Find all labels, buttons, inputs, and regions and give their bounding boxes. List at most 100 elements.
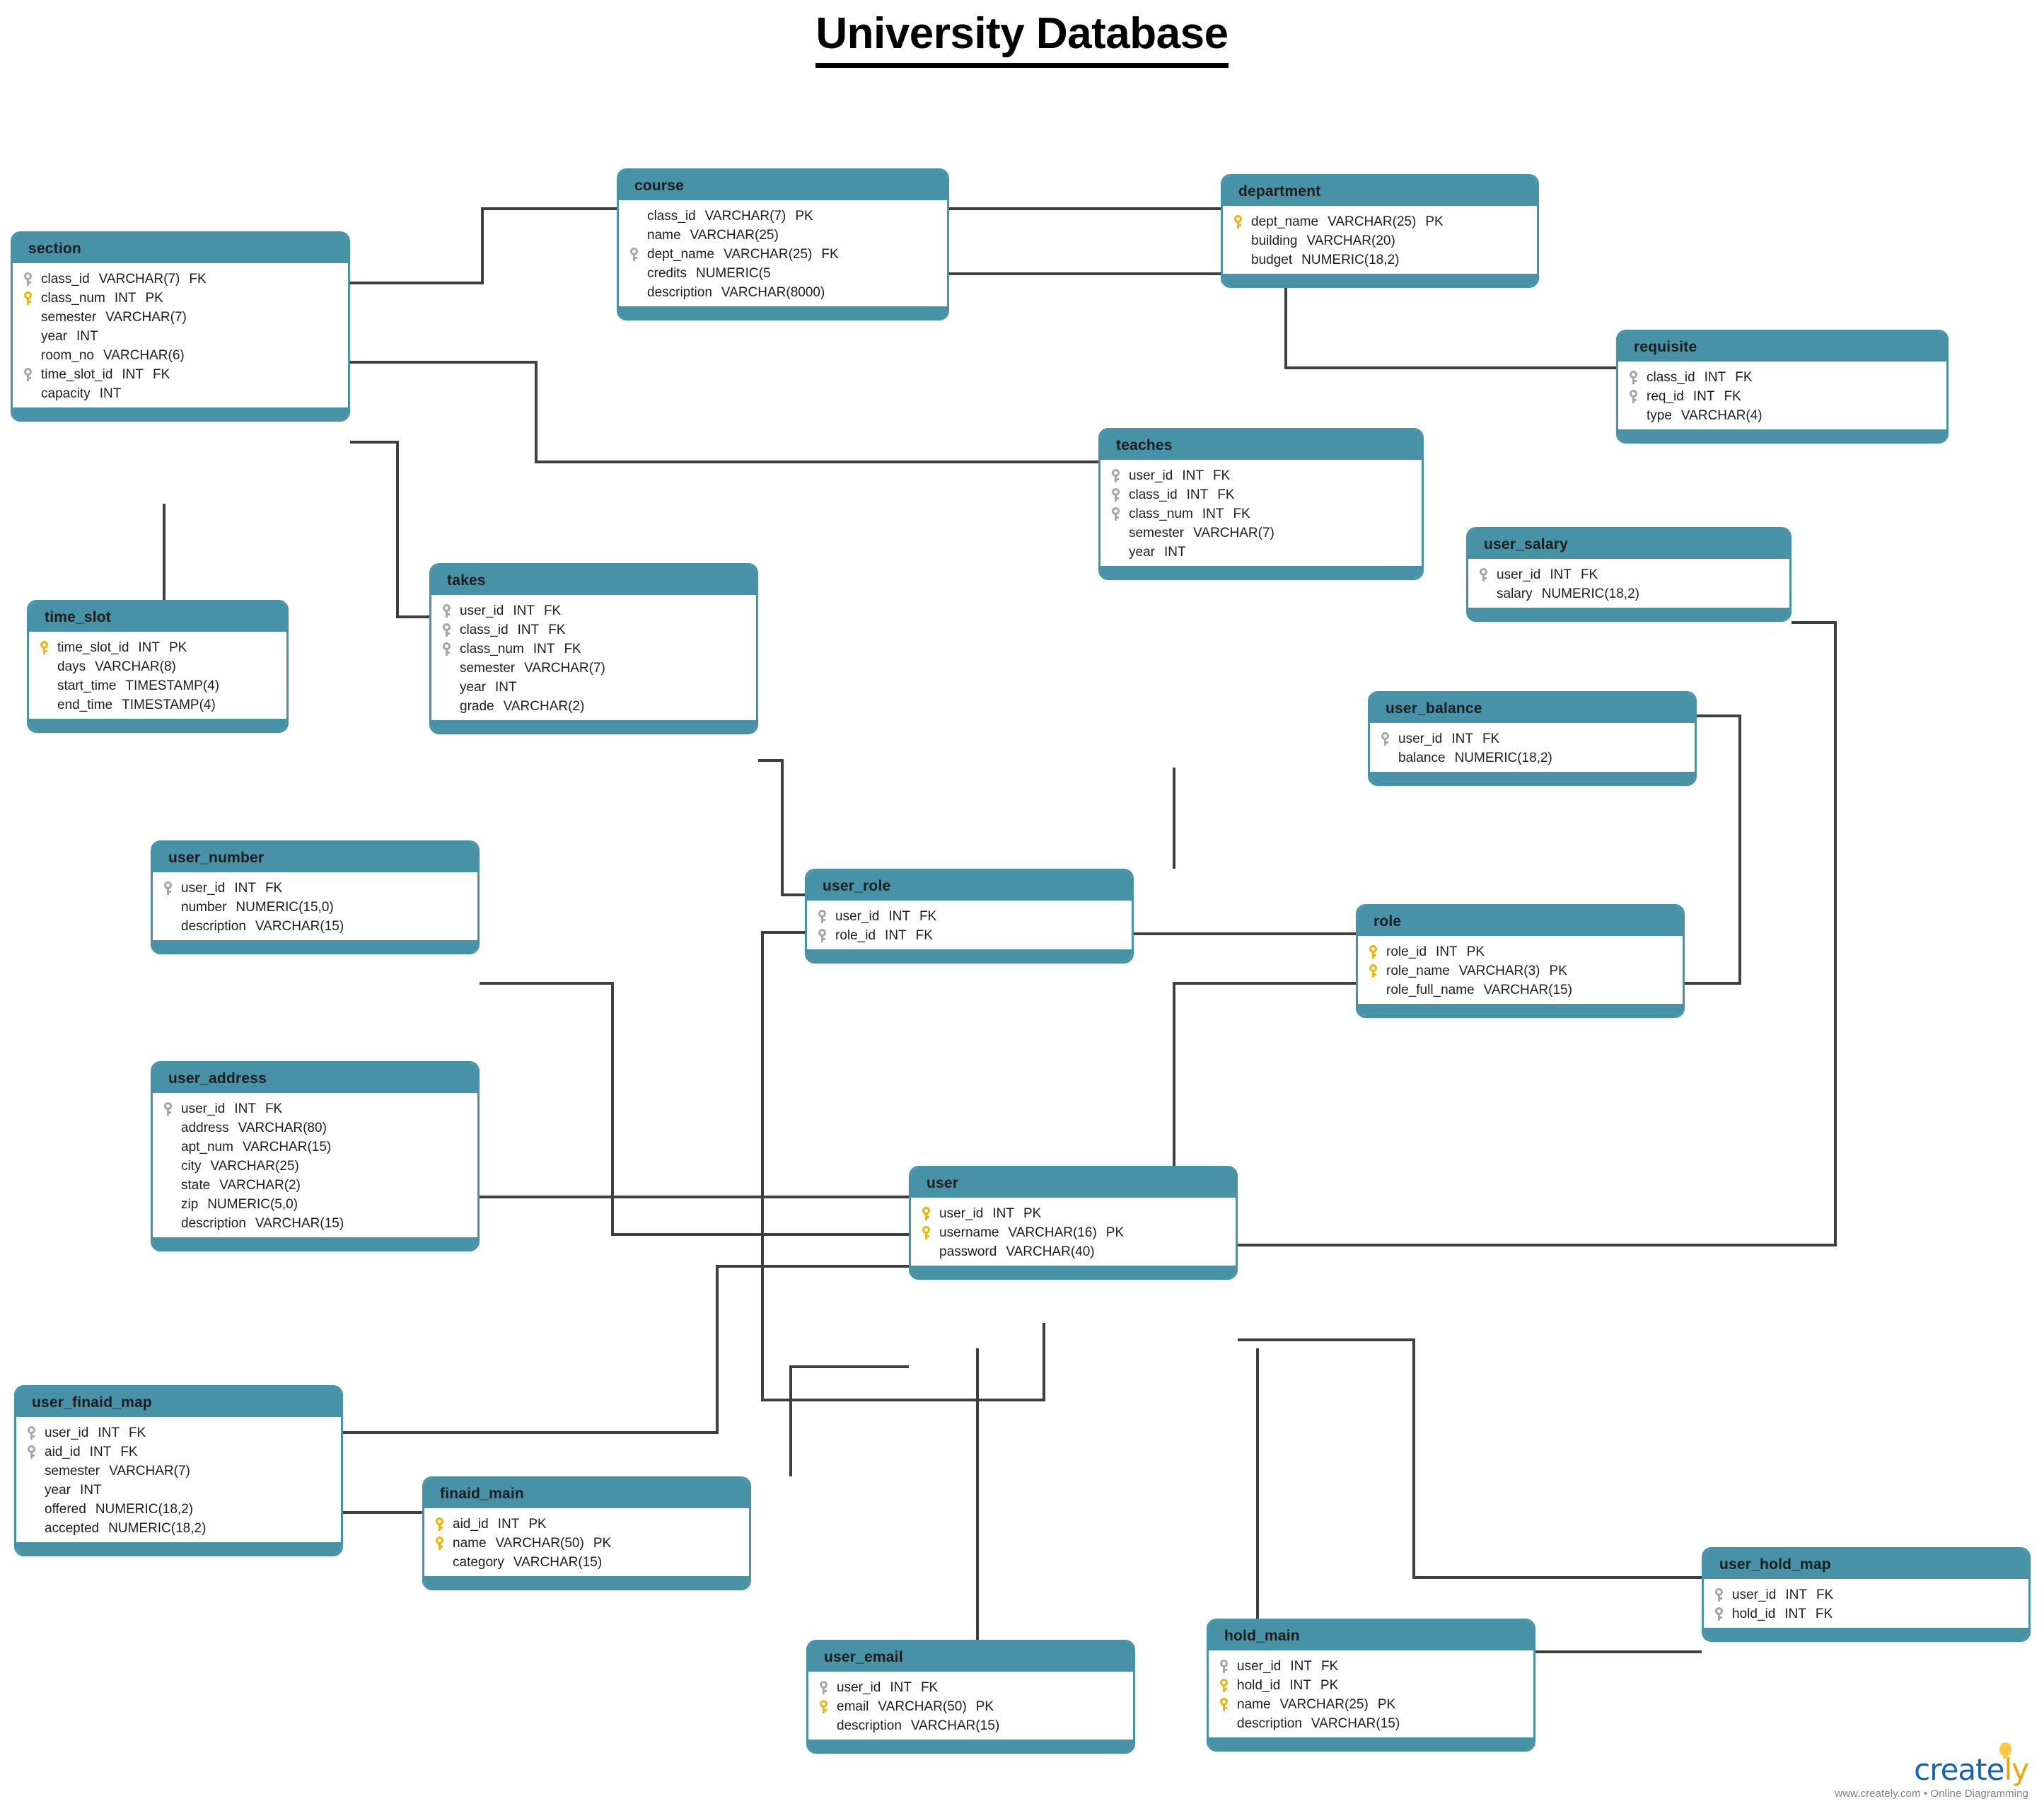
entity-user_finaid_map[interactable]: user_finaid_map user_id INT FK aid_id INT FK se… (14, 1385, 343, 1556)
attribute-name: time_slot_id (57, 640, 129, 655)
foreign-key-icon (436, 623, 457, 637)
attribute-name: zip (181, 1196, 199, 1212)
attribute-constraint: FK (189, 271, 207, 287)
attribute-name: apt_num (181, 1139, 233, 1155)
attribute-name: user_id (1129, 468, 1173, 483)
connector-finaid_main-top-to-user (789, 1365, 909, 1476)
foreign-key-icon (17, 368, 38, 381)
entity-user_role[interactable]: user_role user_id INT FK role_id INT FK (805, 869, 1134, 964)
entity-user[interactable]: user user_id INT PK username VARCHAR(16) PK pas… (909, 1166, 1238, 1280)
attribute-type: INT (494, 679, 517, 695)
entity-takes[interactable]: takes user_id INT FK class_id INT FK class_num I… (429, 563, 758, 734)
foreign-key-icon (436, 604, 457, 618)
attribute-row: role_full_name VARCHAR(15) (1362, 980, 1678, 1000)
attribute-name: salary (1497, 586, 1533, 601)
attribute-row: description VARCHAR(15) (157, 917, 473, 936)
lightbulb-icon (1999, 1742, 2011, 1759)
attribute-row: description VARCHAR(15) (813, 1716, 1129, 1735)
attribute-row: semester VARCHAR(7) (1105, 523, 1417, 543)
entity-attributes-user_address: user_id INT FK address VARCHAR(80) apt_num VAR… (153, 1093, 477, 1237)
entity-attributes-user_balance: user_id INT FK balance NUMERIC(18,2) (1370, 723, 1695, 772)
attribute-row: class_id VARCHAR(7) FK (17, 270, 344, 289)
entity-footer (911, 1266, 1236, 1278)
entity-attributes-role: role_id INT PK role_name VARCHAR(3) PK role_fu… (1358, 936, 1683, 1004)
attribute-type: NUMERIC(18,2) (95, 1501, 194, 1517)
attribute-type: VARCHAR(15) (255, 1215, 344, 1231)
entity-title-finaid_main: finaid_main (424, 1479, 749, 1508)
entity-user_email[interactable]: user_email user_id INT FK email VARCHAR(50) PK… (806, 1640, 1135, 1754)
attribute-type: VARCHAR(25) (1328, 214, 1417, 229)
connector-user_finaid_map-right-to-user (343, 1265, 909, 1434)
attribute-name: name (453, 1535, 487, 1551)
attribute-name: class_num (460, 641, 524, 656)
entity-user_hold_map[interactable]: user_hold_map user_id INT FK hold_id INT FK (1702, 1547, 2031, 1642)
entity-user_address[interactable]: user_address user_id INT FK address VARCHAR(8… (151, 1061, 480, 1251)
attribute-type: INT (992, 1205, 1014, 1221)
attribute-name: class_id (460, 622, 509, 637)
attribute-constraint: FK (1320, 1658, 1339, 1674)
attribute-row: salary NUMERIC(18,2) (1473, 584, 1785, 603)
creately-tagline: www.creately.com • Online Diagramming (1835, 1788, 2028, 1800)
primary-key-icon (1213, 1698, 1234, 1711)
attribute-type: VARCHAR(7) (109, 1463, 190, 1479)
entity-finaid_main[interactable]: finaid_main aid_id INT PK name VARCHAR(50) PK c… (422, 1476, 751, 1590)
entity-user_balance[interactable]: user_balance user_id INT FK balance NUMERIC(1… (1368, 691, 1697, 786)
attribute-name: semester (1129, 525, 1185, 540)
attribute-row: name VARCHAR(50) PK (429, 1534, 745, 1553)
entity-user_salary[interactable]: user_salary user_id INT FK salary NUMERIC(18,… (1466, 527, 1792, 622)
attribute-type: NUMERIC(5,0) (207, 1196, 298, 1212)
primary-key-icon (33, 641, 54, 654)
entity-title-requisite: requisite (1618, 332, 1946, 361)
attribute-constraint: PK (593, 1535, 612, 1551)
attribute-name: grade (460, 698, 494, 714)
attribute-name: room_no (41, 347, 94, 363)
entity-attributes-user_role: user_id INT FK role_id INT FK (807, 901, 1132, 949)
attribute-row: balance NUMERIC(18,2) (1374, 748, 1690, 768)
attribute-row: offered NUMERIC(18,2) (21, 1500, 337, 1519)
foreign-key-icon (623, 248, 644, 261)
entity-requisite[interactable]: requisite class_id INT FK req_id INT FK type VAR… (1616, 330, 1949, 444)
attribute-type: VARCHAR(20) (1306, 233, 1395, 248)
attribute-type: NUMERIC(18,2) (108, 1520, 207, 1536)
attribute-row: room_no VARCHAR(6) (17, 346, 344, 365)
entity-role[interactable]: role role_id INT PK role_name VARCHAR(3) PK rol… (1356, 904, 1685, 1018)
entity-time_slot[interactable]: time_slot time_slot_id INT PK days VARCHAR(8)… (27, 600, 289, 733)
attribute-name: building (1251, 233, 1298, 248)
attribute-row: time_slot_id INT FK (17, 365, 344, 384)
attribute-type: INT (533, 641, 555, 656)
entity-section[interactable]: section class_id VARCHAR(7) FK class_num INT P… (11, 231, 350, 422)
attribute-row: user_id INT FK (21, 1423, 337, 1442)
entity-user_number[interactable]: user_number user_id INT FK number NUMERIC(15,… (151, 840, 480, 954)
attribute-constraint: FK (1233, 506, 1250, 521)
entity-footer (619, 306, 947, 318)
connector-takes-right-to-user_role (758, 759, 805, 896)
entity-title-role: role (1358, 906, 1683, 936)
attribute-type: INT (89, 1444, 112, 1459)
attribute-type: INT (1692, 388, 1715, 404)
attribute-name: offered (45, 1501, 86, 1517)
entity-footer (1704, 1628, 2028, 1640)
entity-attributes-user_salary: user_id INT FK salary NUMERIC(18,2) (1468, 559, 1789, 608)
entity-course[interactable]: course class_id VARCHAR(7) PK name VARCHAR(25… (617, 168, 949, 320)
entity-department[interactable]: department dept_name VARCHAR(25) PK building… (1221, 174, 1539, 288)
entity-attributes-section: class_id VARCHAR(7) FK class_num INT PK semest… (13, 263, 348, 407)
attribute-row: start_time TIMESTAMP(4) (33, 676, 282, 695)
entity-footer (1370, 772, 1695, 784)
attribute-row: aid_id INT FK (21, 1442, 337, 1462)
attribute-type: INT (1436, 944, 1458, 959)
foreign-key-icon (811, 929, 832, 942)
entity-hold_main[interactable]: hold_main user_id INT FK hold_id INT PK name VAR… (1207, 1619, 1535, 1752)
attribute-name: year (45, 1482, 71, 1498)
attribute-type: VARCHAR(15) (910, 1718, 1000, 1733)
entity-footer (16, 1542, 341, 1554)
attribute-name: number (181, 899, 227, 915)
attribute-row: description VARCHAR(15) (1213, 1714, 1529, 1733)
attribute-type: NUMERIC(18,2) (1541, 586, 1639, 601)
attribute-name: name (647, 227, 681, 243)
attribute-name: state (181, 1177, 211, 1193)
attribute-name: category (453, 1554, 504, 1570)
attribute-type: VARCHAR(8) (95, 659, 176, 674)
attribute-type: VARCHAR(15) (1311, 1715, 1400, 1731)
attribute-row: credits NUMERIC(5 (623, 264, 943, 283)
entity-teaches[interactable]: teaches user_id INT FK class_id INT FK class_nu… (1098, 428, 1424, 580)
